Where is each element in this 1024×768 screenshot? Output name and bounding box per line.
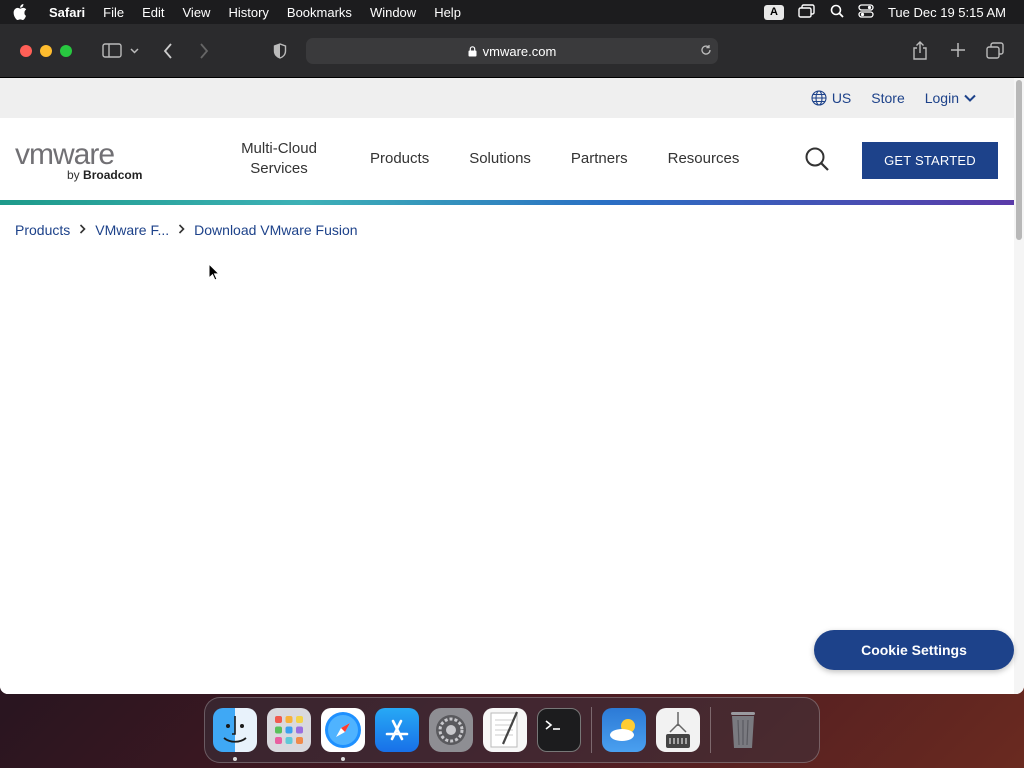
nav-products[interactable]: Products <box>350 149 449 169</box>
logo-wordmark: vmware <box>15 138 115 171</box>
dock-separator <box>591 707 592 753</box>
dock <box>204 697 820 763</box>
breadcrumb-vmware-fusion[interactable]: VMware F... <box>95 222 169 238</box>
control-center-icon[interactable] <box>858 3 874 21</box>
region-label: US <box>831 90 852 106</box>
share-icon[interactable] <box>912 41 928 60</box>
menu-file[interactable]: File <box>94 5 133 20</box>
vmware-logo[interactable]: vmware by Broadcom <box>15 138 142 182</box>
address-bar[interactable]: vmware.com <box>306 38 718 64</box>
weather-icon[interactable] <box>602 708 646 752</box>
get-started-button[interactable]: GET STARTED <box>862 142 998 179</box>
store-link[interactable]: Store <box>871 90 904 106</box>
screen-mirroring-icon[interactable] <box>798 3 816 21</box>
lock-icon <box>468 45 477 56</box>
menu-help[interactable]: Help <box>425 5 470 20</box>
main-nav: Multi-Cloud Services Products Solutions … <box>226 118 759 200</box>
dock-separator <box>710 707 711 753</box>
globe-icon <box>811 90 827 106</box>
apple-menu-icon[interactable] <box>0 4 40 20</box>
running-indicator <box>341 757 345 761</box>
tab-overview-icon[interactable] <box>986 42 1004 59</box>
minimize-window-button[interactable] <box>40 44 52 57</box>
menu-app-safari[interactable]: Safari <box>40 5 94 20</box>
textedit-icon[interactable] <box>483 708 527 752</box>
breadcrumb-current: Download VMware Fusion <box>194 222 358 238</box>
site-header: vmware by Broadcom Multi-Cloud Services … <box>0 118 1014 200</box>
trash-icon[interactable] <box>721 708 765 752</box>
menu-bar: Safari File Edit View History Bookmarks … <box>0 0 1024 24</box>
browser-toolbar: vmware.com <box>0 24 1024 78</box>
web-page: US Store Login vmware by Broadcom Multi-… <box>0 78 1014 694</box>
chevron-right-icon <box>79 223 86 237</box>
menu-history[interactable]: History <box>219 5 277 20</box>
privacy-shield-icon[interactable] <box>273 42 287 59</box>
cookie-settings-button[interactable]: Cookie Settings <box>814 630 1014 670</box>
page-scrollbar[interactable] <box>1014 78 1024 694</box>
scrollbar-thumb[interactable] <box>1016 80 1022 240</box>
zoom-window-button[interactable] <box>60 44 72 57</box>
launchpad-icon[interactable] <box>267 708 311 752</box>
menu-bookmarks[interactable]: Bookmarks <box>278 5 361 20</box>
archive-utility-icon[interactable] <box>656 708 700 752</box>
spotlight-search-icon[interactable] <box>830 4 844 21</box>
menu-view[interactable]: View <box>174 5 220 20</box>
url-text: vmware.com <box>482 43 557 59</box>
sidebar-toggle-icon[interactable] <box>102 43 122 58</box>
app-store-icon[interactable] <box>375 708 419 752</box>
safari-window: vmware.com US Store Login vmware by Broa… <box>0 24 1024 694</box>
login-menu[interactable]: Login <box>925 90 976 106</box>
running-indicator <box>233 757 237 761</box>
logo-byline: by Broadcom <box>67 168 142 182</box>
nav-partners[interactable]: Partners <box>551 149 648 169</box>
forward-icon[interactable] <box>199 42 209 59</box>
reload-icon[interactable] <box>700 44 712 59</box>
terminal-icon[interactable] <box>537 708 581 752</box>
finder-icon[interactable] <box>213 708 257 761</box>
logo-by: by <box>67 168 80 182</box>
utility-bar: US Store Login <box>0 78 1014 118</box>
region-selector[interactable]: US <box>811 90 851 106</box>
input-source-badge[interactable]: A <box>763 4 784 20</box>
back-icon[interactable] <box>163 42 173 59</box>
nav-solutions[interactable]: Solutions <box>449 149 551 169</box>
system-preferences-icon[interactable] <box>429 708 473 752</box>
nav-multi-cloud-services[interactable]: Multi-Cloud Services <box>226 139 332 179</box>
nav-resources[interactable]: Resources <box>648 149 760 169</box>
close-window-button[interactable] <box>20 44 32 57</box>
login-label: Login <box>924 90 959 106</box>
menu-edit[interactable]: Edit <box>133 5 173 20</box>
logo-parent: Broadcom <box>83 168 143 182</box>
new-tab-icon[interactable] <box>950 42 966 58</box>
breadcrumb-products[interactable]: Products <box>15 222 70 238</box>
mouse-cursor-icon <box>208 262 221 286</box>
chevron-down-icon[interactable] <box>130 47 139 54</box>
window-controls <box>0 44 72 57</box>
safari-icon[interactable] <box>321 708 365 761</box>
chevron-down-icon <box>964 94 976 102</box>
search-icon[interactable] <box>804 146 830 177</box>
menu-clock[interactable]: Tue Dec 19 5:15 AM <box>888 5 1006 20</box>
breadcrumb: Products VMware F... Download VMware Fus… <box>0 205 1014 238</box>
chevron-right-icon <box>178 223 185 237</box>
menu-window[interactable]: Window <box>361 5 425 20</box>
